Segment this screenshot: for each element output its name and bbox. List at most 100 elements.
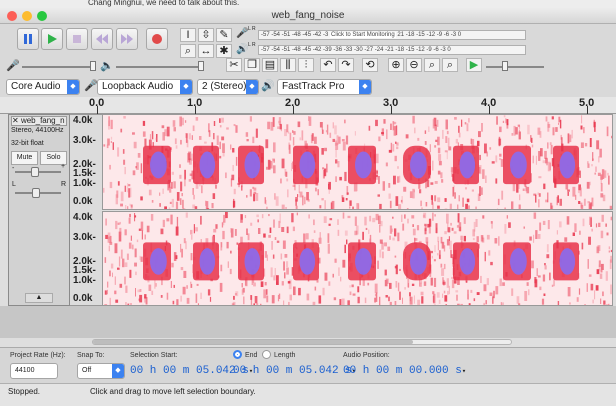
play-button[interactable] <box>41 28 63 50</box>
skip-start-icon <box>96 34 108 44</box>
pause-button[interactable] <box>17 28 39 50</box>
input-device-select[interactable]: Loopback Audio ◆ <box>97 79 193 95</box>
silence-button[interactable]: ⫶ <box>298 58 314 72</box>
record-meter[interactable]: -57 -54 -51 -48 -45 -42 -3 Click to Star… <box>258 30 526 40</box>
spectrogram-left-channel[interactable] <box>102 114 613 210</box>
snap-to-label: Snap To: <box>77 352 105 359</box>
input-volume-slider[interactable] <box>22 66 94 68</box>
selection-toolbar: Project Rate (Hz): 44100 Snap To: Off ◆ … <box>0 347 616 383</box>
sync-lock-icon: ⟲ <box>365 59 375 71</box>
output-device-icon: 🔊 <box>261 80 275 92</box>
fit-selection-button[interactable]: ⌕ <box>424 58 440 72</box>
zoom-in-button[interactable]: ⊕ <box>388 58 404 72</box>
selection-start-label: Selection Start: <box>130 352 178 359</box>
input-device-value: Loopback Audio <box>102 81 174 92</box>
play-speed-thumb[interactable] <box>502 61 508 71</box>
play-speed-slider[interactable] <box>486 66 544 68</box>
redo-icon: ↷ <box>341 59 351 71</box>
chevron-up-icon: ▲ <box>35 294 43 301</box>
multi-tool[interactable]: ✱ <box>216 44 232 58</box>
stop-button[interactable] <box>66 28 88 50</box>
channels-select[interactable]: 2 (Stereo)... ◆ <box>197 79 259 95</box>
paste-button[interactable]: ▤ <box>262 58 278 72</box>
track-name: web_fang_n <box>20 116 65 125</box>
copy-icon: ❐ <box>247 59 257 71</box>
ruler-tick-label: 5.0 <box>579 97 595 109</box>
host-select[interactable]: Core Audio ◆ <box>6 79 80 95</box>
record-meter-tail: 21 -18 -15 -12 -9 -6 -3 0 <box>397 32 462 38</box>
chevron-down-icon: ◆ <box>180 80 192 94</box>
fit-project-button[interactable]: ⌕ <box>442 58 458 72</box>
play-at-speed-icon: ▶ <box>469 59 479 71</box>
selection-tool[interactable]: I <box>180 28 196 42</box>
redo-button[interactable]: ↷ <box>338 58 354 72</box>
copy-button[interactable]: ❐ <box>244 58 260 72</box>
mute-button[interactable]: Mute <box>11 151 38 165</box>
play-meter-scale: -57 -54 -51 -48 -45 -42 -39 -36 -33 -30 … <box>261 47 451 53</box>
window-title: web_fang_noise <box>271 10 345 21</box>
horizontal-scrollbar[interactable] <box>92 339 512 345</box>
track-name-menu[interactable]: ✕ web_fang_n ▼ <box>11 116 67 126</box>
gain-thumb[interactable] <box>31 167 39 177</box>
output-device-select[interactable]: FastTrack Pro ◆ <box>277 79 372 95</box>
close-track-icon[interactable]: ✕ <box>12 117 19 125</box>
pan-thumb[interactable] <box>32 188 40 198</box>
zoom-window-button[interactable] <box>37 11 47 21</box>
host-select-value: Core Audio <box>11 81 61 92</box>
selection-end-time[interactable]: 00 h 00 m 05.042 s▾ <box>233 363 356 379</box>
zoom-out-button[interactable]: ⊖ <box>406 58 422 72</box>
undo-button[interactable]: ↶ <box>320 58 336 72</box>
collapse-track-button[interactable]: ▲ <box>25 293 53 303</box>
frequency-scale-label: 1.0k- <box>73 178 96 189</box>
frequency-scale: 4.0k 3.0k- 2.0k- 1.5k- 1.0k- 0.0k 4.0k 3.0k- 2.… <box>70 114 102 306</box>
pencil-icon: ✎ <box>219 29 229 41</box>
skip-to-start-button[interactable] <box>91 28 113 50</box>
end-radio[interactable] <box>233 350 242 359</box>
output-device-value: FastTrack Pro <box>282 81 345 92</box>
chevron-down-icon: ◆ <box>359 80 371 94</box>
undo-icon: ↶ <box>323 59 333 71</box>
project-rate-select[interactable]: 44100 <box>10 363 58 379</box>
trim-button[interactable]: ⫼ <box>280 58 296 72</box>
ruler-tick-label: 0.0 <box>89 97 105 109</box>
envelope-tool[interactable]: ⇳ <box>198 28 214 42</box>
microphone-icon: 🎤 <box>236 28 249 39</box>
scrollbar-thumb[interactable] <box>93 340 413 344</box>
output-volume-icon: 🔈 <box>100 60 114 72</box>
sync-lock-button[interactable]: ⟲ <box>362 58 378 72</box>
spectrogram-right-channel[interactable] <box>102 211 613 306</box>
audio-position-value: 00 h 00 m 00.000 s <box>343 365 462 377</box>
playback-meter[interactable]: -57 -54 -51 -48 -45 -42 -39 -36 -33 -30 … <box>258 45 526 55</box>
snap-to-select[interactable]: Off ◆ <box>77 363 125 379</box>
zoom-out-icon: ⊖ <box>409 59 419 71</box>
input-volume-thumb[interactable] <box>90 61 96 71</box>
chevron-down-icon: ◆ <box>67 80 79 94</box>
project-rate-label: Project Rate (Hz): <box>10 352 66 359</box>
close-window-button[interactable] <box>7 11 17 21</box>
output-volume-thumb[interactable] <box>198 61 204 71</box>
minimize-window-button[interactable] <box>22 11 32 21</box>
record-icon <box>152 34 162 44</box>
snap-to-value: Off <box>82 367 92 374</box>
empty-track-area[interactable] <box>0 306 616 338</box>
play-at-speed-button[interactable]: ▶ <box>466 58 482 72</box>
project-rate-value: 44100 <box>15 367 35 374</box>
zoom-tool[interactable]: ⌕ <box>180 44 196 58</box>
output-volume-slider[interactable] <box>116 66 202 68</box>
stop-icon <box>73 35 81 43</box>
timeshift-tool[interactable]: ↔ <box>198 44 214 58</box>
skip-to-end-button[interactable] <box>116 28 138 50</box>
record-button[interactable] <box>146 28 168 50</box>
pan-right-label: R <box>61 181 67 188</box>
ruler-tick-label: 3.0 <box>383 97 399 109</box>
draw-tool[interactable]: ✎ <box>216 28 232 42</box>
spectrogram-top-image <box>103 115 612 209</box>
cut-button[interactable]: ✂ <box>226 58 242 72</box>
track-format-info: Stereo, 44100Hz <box>11 127 64 134</box>
silence-icon: ⫶ <box>304 59 308 71</box>
length-label: Length <box>274 352 296 359</box>
audio-position-time[interactable]: 00 h 00 m 00.000 s▾ <box>343 363 466 379</box>
chevron-down-icon: ◆ <box>112 364 124 378</box>
length-radio[interactable] <box>262 350 271 359</box>
microphone-volume-icon: 🎤 <box>6 60 20 72</box>
